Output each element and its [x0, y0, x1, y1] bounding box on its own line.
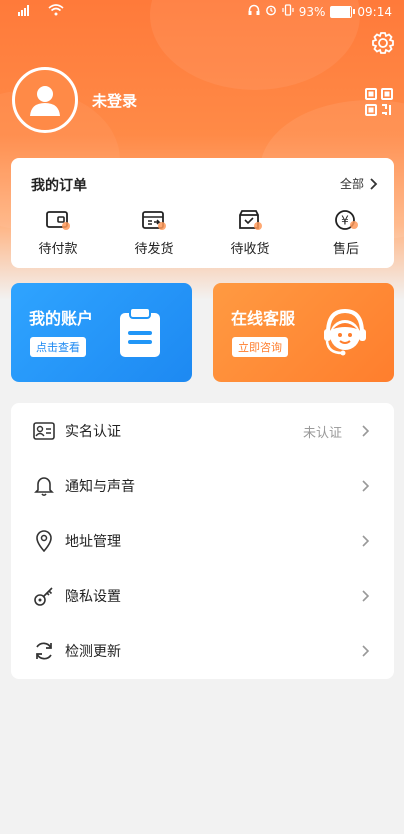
menu-label: 实名认证	[65, 424, 121, 440]
user-silhouette-icon	[30, 86, 60, 116]
chevron-right-icon	[370, 177, 378, 190]
profile-section[interactable]: 未登录	[12, 67, 137, 133]
box-receive-icon	[237, 208, 263, 232]
signal-indicators	[18, 4, 64, 19]
bell-icon	[33, 475, 55, 497]
consult-now-button[interactable]: 立即咨询	[232, 337, 288, 357]
menu-label: 隐私设置	[65, 589, 121, 605]
yuan-service-icon: ¥	[333, 208, 359, 232]
orders-card: 我的订单 全部 待付款 待发货 待收货 ¥ 售后	[11, 158, 394, 268]
headset-agent-icon	[318, 303, 372, 363]
orders-all-link[interactable]: 全部	[340, 175, 378, 192]
chevron-right-icon	[362, 425, 370, 437]
battery-percent: 93%	[298, 4, 326, 19]
order-label: 待付款	[38, 242, 78, 257]
my-account-card[interactable]: 我的账户 点击查看	[11, 283, 192, 382]
menu-item-notifications[interactable]: 通知与声音	[11, 459, 394, 513]
alarm-icon	[265, 4, 277, 19]
view-account-button[interactable]: 点击查看	[30, 337, 86, 357]
settings-menu: 实名认证 未认证 通知与声音 地址管理 隐私设置 检测更新	[11, 403, 394, 679]
status-bar: 93% 09:14	[0, 0, 404, 26]
wallet-icon	[45, 208, 71, 232]
order-label: 待发货	[134, 242, 174, 257]
online-service-card[interactable]: 在线客服 立即咨询	[213, 283, 394, 382]
menu-item-address[interactable]: 地址管理	[11, 514, 394, 568]
order-pending-receipt[interactable]: 待收货	[210, 208, 290, 257]
refresh-icon	[33, 640, 55, 662]
menu-item-check-update[interactable]: 检测更新	[11, 624, 394, 678]
menu-label: 地址管理	[65, 534, 121, 550]
verification-status: 未认证	[302, 425, 342, 441]
settings-gear-icon[interactable]	[370, 30, 396, 56]
key-icon	[33, 585, 55, 607]
order-label: 售后	[332, 242, 359, 257]
chevron-right-icon	[362, 590, 370, 602]
wifi-icon	[48, 4, 64, 19]
signal-icon	[18, 4, 44, 19]
clock: 09:14	[357, 4, 392, 19]
battery-icon	[330, 5, 356, 18]
card-title: 在线客服	[231, 309, 296, 328]
menu-item-privacy[interactable]: 隐私设置	[11, 569, 394, 623]
vibrate-icon	[282, 4, 294, 19]
chevron-right-icon	[362, 645, 370, 657]
chevron-right-icon	[362, 480, 370, 492]
location-pin-icon	[33, 530, 55, 552]
order-pending-shipment[interactable]: 待发货	[114, 208, 194, 257]
menu-label: 通知与声音	[65, 479, 135, 495]
id-card-icon	[33, 420, 55, 442]
headphones-icon	[248, 4, 260, 19]
avatar[interactable]	[12, 67, 78, 133]
card-title: 我的账户	[29, 309, 94, 328]
chevron-right-icon	[362, 535, 370, 547]
menu-item-real-name-auth[interactable]: 实名认证 未认证	[11, 404, 394, 458]
login-status[interactable]: 未登录	[92, 90, 137, 111]
orders-all-label: 全部	[339, 177, 364, 191]
qr-code-icon[interactable]	[364, 87, 394, 117]
package-icon	[141, 208, 167, 232]
clipboard-icon	[118, 307, 162, 363]
order-label: 待收货	[230, 242, 270, 257]
menu-label: 检测更新	[65, 644, 121, 660]
svg-text:¥: ¥	[341, 214, 349, 228]
order-after-sales[interactable]: ¥ 售后	[306, 208, 386, 257]
orders-title: 我的订单	[31, 178, 87, 194]
order-pending-payment[interactable]: 待付款	[18, 208, 98, 257]
